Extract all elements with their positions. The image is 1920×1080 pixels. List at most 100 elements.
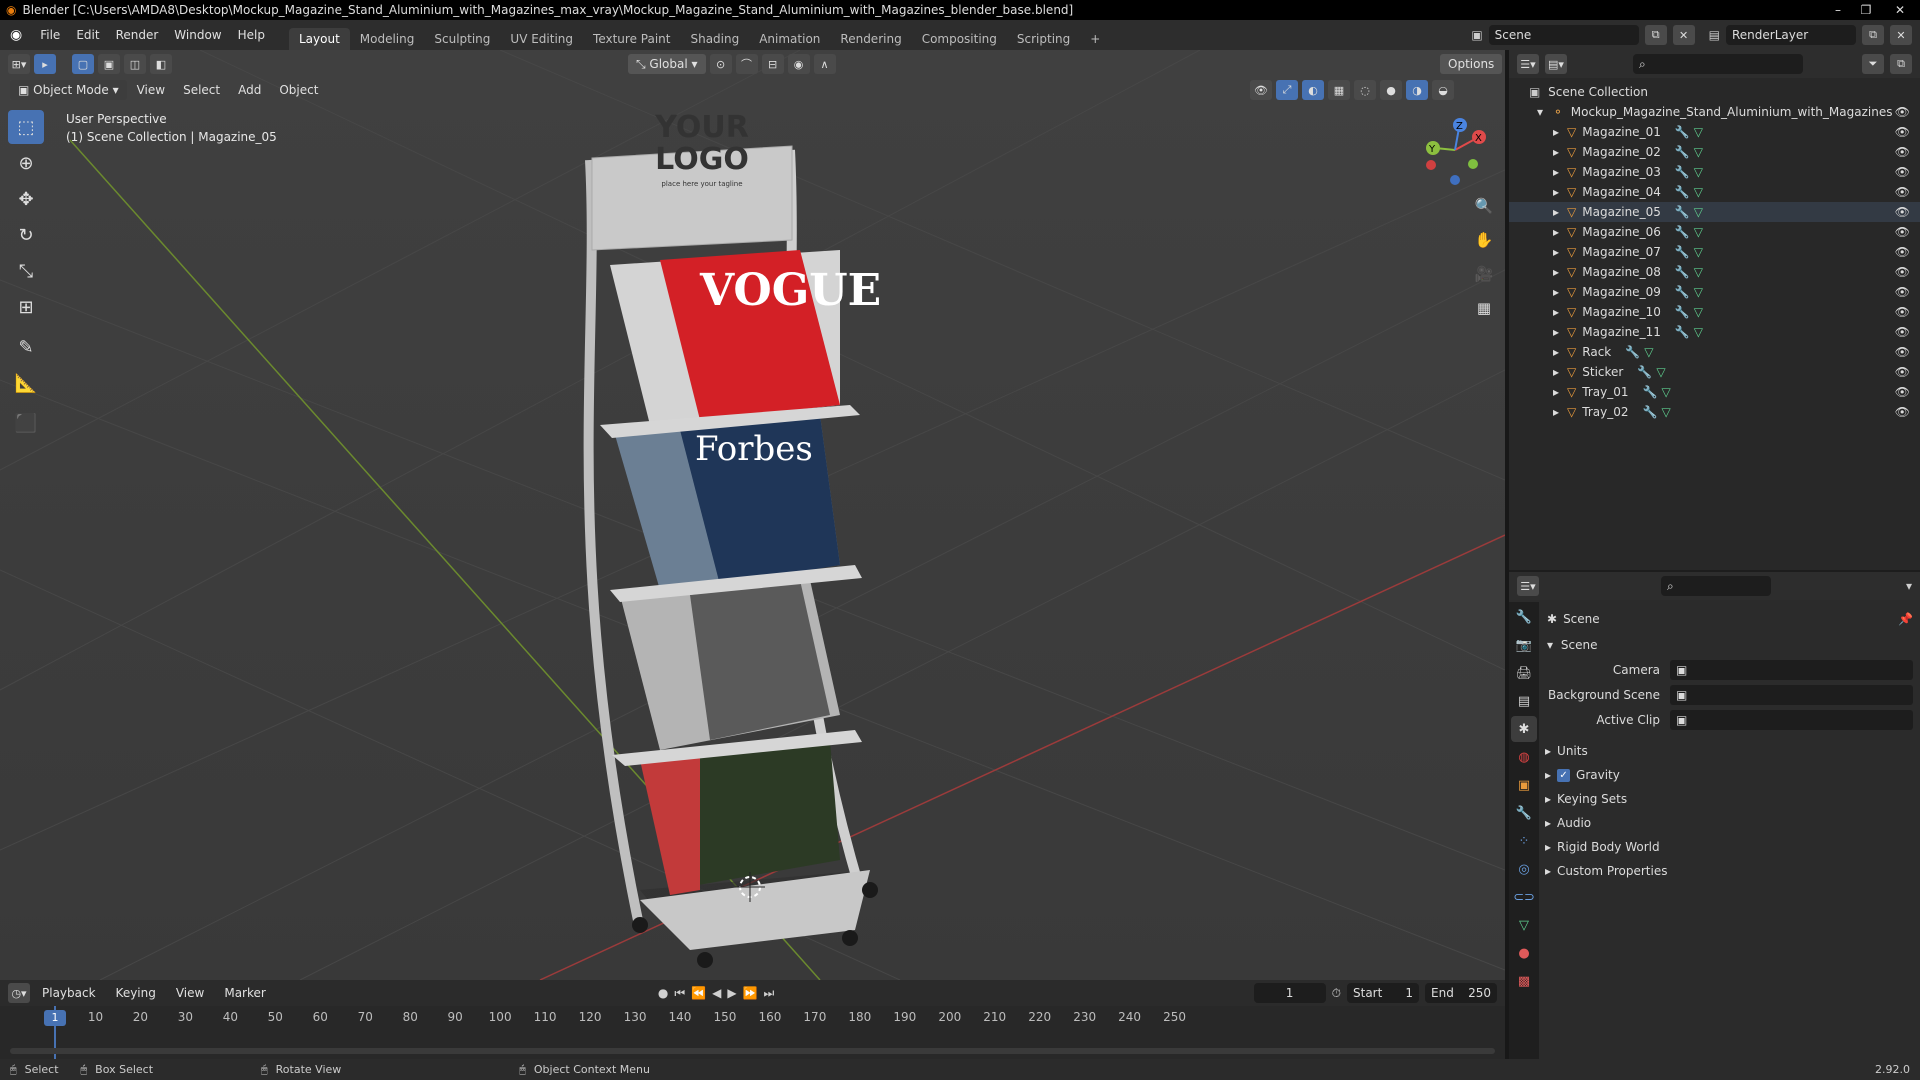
- outliner-item[interactable]: ▸ ▽ Tray_01 🔧 ▽ 👁: [1509, 382, 1920, 402]
- modifier-tab-icon[interactable]: 🔧: [1511, 800, 1537, 826]
- outliner-item[interactable]: ▸ ▽ Magazine_07 🔧 ▽ 👁: [1509, 242, 1920, 262]
- visibility-eye-icon[interactable]: 👁: [1895, 302, 1910, 322]
- new-scene-icon[interactable]: ⧉: [1644, 25, 1667, 45]
- select-box-tool-icon[interactable]: ⬚: [8, 110, 44, 144]
- expand-icon[interactable]: ▾: [1537, 105, 1543, 119]
- subpanel-header[interactable]: ▸ Rigid Body World: [1545, 835, 1913, 859]
- scene-selector[interactable]: Scene: [1488, 25, 1639, 45]
- expand-icon[interactable]: ▸: [1553, 125, 1559, 139]
- modifier-icon[interactable]: 🔧: [1675, 185, 1690, 199]
- object-tab-icon[interactable]: ▣: [1511, 772, 1537, 798]
- next-keyframe-icon[interactable]: ⏩: [743, 986, 758, 1000]
- gravity-checkbox[interactable]: ✓: [1557, 768, 1571, 782]
- solid-shading-icon[interactable]: ●: [1380, 80, 1402, 100]
- new-collection-icon[interactable]: ⧉: [1890, 54, 1912, 74]
- visibility-eye-icon[interactable]: 👁: [1895, 362, 1910, 382]
- view-layer-icon[interactable]: ▤: [1709, 28, 1720, 42]
- modifier-icon[interactable]: 🔧: [1675, 165, 1690, 179]
- visibility-eye-icon[interactable]: 👁: [1895, 262, 1910, 282]
- expand-icon[interactable]: ▸: [1553, 205, 1559, 219]
- ortho-toggle-icon[interactable]: ▦: [1470, 294, 1498, 322]
- transform-orientation-select[interactable]: ⤡ Global ▾: [628, 54, 706, 74]
- tab-modeling[interactable]: Modeling: [350, 28, 425, 50]
- outliner-item[interactable]: ▸ ▽ Magazine_03 🔧 ▽ 👁: [1509, 162, 1920, 182]
- outliner-item[interactable]: ▸ ▽ Magazine_09 🔧 ▽ 👁: [1509, 282, 1920, 302]
- snap-icon[interactable]: ⌒: [735, 54, 758, 74]
- xray-icon[interactable]: ▦: [1328, 80, 1350, 100]
- constraints-tab-icon[interactable]: ⊂⊃: [1511, 884, 1537, 910]
- subpanel-header[interactable]: ▸ Units: [1545, 739, 1913, 763]
- expand-icon[interactable]: ▸: [1553, 245, 1559, 259]
- expand-icon[interactable]: ▸: [1553, 265, 1559, 279]
- annotate-tool-icon[interactable]: ✎: [8, 330, 44, 364]
- expand-icon[interactable]: ▸: [1553, 225, 1559, 239]
- visibility-eye-icon[interactable]: 👁: [1895, 342, 1910, 362]
- delete-scene-icon[interactable]: ✕: [1672, 25, 1695, 45]
- expand-icon[interactable]: ▸: [1553, 305, 1559, 319]
- options-button[interactable]: Options: [1440, 54, 1503, 74]
- navigation-gizmo[interactable]: X Y Z: [1415, 110, 1495, 190]
- delete-layer-icon[interactable]: ✕: [1890, 25, 1912, 45]
- viewport-menu-select[interactable]: Select: [175, 80, 228, 100]
- material-shading-icon[interactable]: ◑: [1406, 80, 1428, 100]
- display-mode-icon[interactable]: ▤▾: [1545, 54, 1567, 74]
- outliner-item[interactable]: ▸ ▽ Magazine_08 🔧 ▽ 👁: [1509, 262, 1920, 282]
- tab-sculpting[interactable]: Sculpting: [424, 28, 500, 50]
- tab-animation[interactable]: Animation: [749, 28, 830, 50]
- expand-icon[interactable]: ▸: [1553, 285, 1559, 299]
- menu-window[interactable]: Window: [166, 20, 229, 50]
- tab-shading[interactable]: Shading: [680, 28, 749, 50]
- outliner-item[interactable]: ▸ ▽ Magazine_01 🔧 ▽ 👁: [1509, 122, 1920, 142]
- wireframe-shading-icon[interactable]: ◌: [1354, 80, 1376, 100]
- expand-icon[interactable]: ▸: [1553, 385, 1559, 399]
- select-mode-extend-icon[interactable]: ▣: [98, 54, 120, 74]
- outliner-item[interactable]: ▸ ▽ Magazine_10 🔧 ▽ 👁: [1509, 302, 1920, 322]
- modifier-icon[interactable]: 🔧: [1675, 205, 1690, 219]
- editor-type-icon[interactable]: ⊞▾: [8, 54, 30, 74]
- timeline-track[interactable]: 1102030405060708090100110120130140150160…: [0, 1006, 1505, 1059]
- viewport-menu-object[interactable]: Object: [271, 80, 326, 100]
- visibility-eye-icon[interactable]: 👁: [1895, 282, 1910, 302]
- collection-visibility-eye-icon[interactable]: 👁: [1895, 102, 1910, 122]
- expand-icon[interactable]: ▸: [1553, 405, 1559, 419]
- tab-texture-paint[interactable]: Texture Paint: [583, 28, 680, 50]
- outliner-search-input[interactable]: ⌕: [1633, 54, 1803, 74]
- visibility-eye-icon[interactable]: 👁: [1895, 322, 1910, 342]
- timeline-scrollbar[interactable]: [10, 1048, 1495, 1054]
- prev-keyframe-icon[interactable]: ⏪: [691, 986, 706, 1000]
- new-layer-icon[interactable]: ⧉: [1862, 25, 1884, 45]
- view-layer-tab-icon[interactable]: ▤: [1511, 688, 1537, 714]
- tree-collection[interactable]: ▾ ⚬ Mockup_Magazine_Stand_Aluminium_with…: [1509, 102, 1920, 122]
- rendered-shading-icon[interactable]: ◒: [1432, 80, 1454, 100]
- outliner-item[interactable]: ▸ ▽ Rack 🔧 ▽ 👁: [1509, 342, 1920, 362]
- visibility-eye-icon[interactable]: 👁: [1895, 202, 1910, 222]
- 3d-viewport[interactable]: VOGUE Forbes YOUR LOGO place here your t…: [0, 50, 1505, 980]
- data-tab-icon[interactable]: ▽: [1511, 912, 1537, 938]
- jump-end-icon[interactable]: ⏭: [764, 986, 775, 1001]
- pivot-point-icon[interactable]: ⊙: [709, 54, 732, 74]
- rotate-tool-icon[interactable]: ↻: [8, 218, 44, 252]
- move-tool-icon[interactable]: ✥: [8, 182, 44, 216]
- modifier-icon[interactable]: 🔧: [1675, 325, 1690, 339]
- measure-tool-icon[interactable]: 📐: [8, 366, 44, 400]
- subpanel-header[interactable]: ▸ Keying Sets: [1545, 787, 1913, 811]
- modifier-icon[interactable]: 🔧: [1675, 225, 1690, 239]
- camera-view-icon[interactable]: 🎥: [1470, 260, 1498, 288]
- menu-help[interactable]: Help: [230, 20, 273, 50]
- start-frame-field[interactable]: Start 1: [1347, 983, 1419, 1003]
- modifier-icon[interactable]: 🔧: [1675, 285, 1690, 299]
- play-icon[interactable]: ▶: [727, 986, 736, 1000]
- visibility-eye-icon[interactable]: 👁: [1895, 162, 1910, 182]
- expand-icon[interactable]: ▸: [1553, 165, 1559, 179]
- outliner-item[interactable]: ▸ ▽ Magazine_06 🔧 ▽ 👁: [1509, 222, 1920, 242]
- timeline-menu-marker[interactable]: Marker: [216, 982, 273, 1004]
- add-cube-tool-icon[interactable]: ⬛: [8, 406, 44, 440]
- modifier-icon[interactable]: 🔧: [1675, 265, 1690, 279]
- expand-icon[interactable]: ▸: [1553, 345, 1559, 359]
- output-tab-icon[interactable]: 🖨: [1511, 660, 1537, 686]
- timeline-menu-view[interactable]: View: [168, 982, 212, 1004]
- viewport-canvas[interactable]: VOGUE Forbes: [0, 50, 1505, 980]
- property-field[interactable]: ▣: [1670, 685, 1913, 705]
- tab-compositing[interactable]: Compositing: [912, 28, 1007, 50]
- zoom-icon[interactable]: 🔍: [1470, 192, 1498, 220]
